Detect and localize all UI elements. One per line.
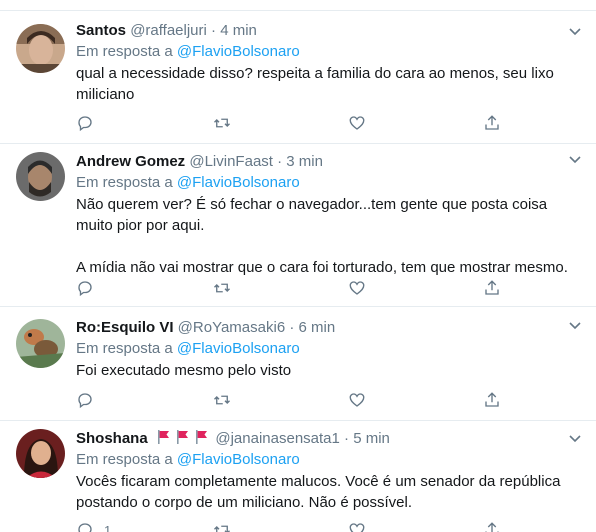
- avatar[interactable]: [16, 152, 65, 201]
- reply-mention-link[interactable]: @FlavioBolsonaro: [177, 43, 300, 60]
- reply-button[interactable]: [76, 276, 104, 300]
- tweet[interactable]: Ro:Esquilo VI @RoYamasaki6 · 6 min Em re…: [0, 307, 596, 421]
- tweet-paragraph: Não querem ver? É só fechar o navegador.…: [76, 196, 548, 234]
- reply-context: Em resposta a @FlavioBolsonaro: [76, 173, 584, 193]
- reply-button[interactable]: 1: [76, 518, 111, 532]
- reply-context: Em resposta a @FlavioBolsonaro: [76, 42, 584, 62]
- name-emoji-flags: [156, 429, 209, 451]
- tweet-text: Foi executado mesmo pelo visto: [76, 360, 584, 381]
- reply-mention-link[interactable]: @FlavioBolsonaro: [177, 174, 300, 191]
- avatar[interactable]: [16, 429, 65, 478]
- reply-mention-link[interactable]: @FlavioBolsonaro: [177, 340, 300, 357]
- share-button[interactable]: [483, 276, 501, 300]
- avatar[interactable]: [16, 319, 65, 368]
- handle[interactable]: @LivinFaast: [189, 153, 273, 170]
- share-icon: [485, 392, 499, 407]
- retweet-button[interactable]: [213, 111, 231, 135]
- reply-prefix: Em resposta a: [76, 340, 177, 357]
- like-button[interactable]: [348, 111, 366, 135]
- tweet[interactable]: Shoshana @janainasensata1 · 5 min Em res…: [0, 421, 596, 532]
- retweet-button[interactable]: [213, 276, 231, 300]
- heart-icon: [349, 523, 365, 532]
- tweet-text: Não querem ver? É só fechar o navegador.…: [76, 194, 584, 278]
- red-flag-icon: [157, 430, 169, 444]
- tweet-paragraph: Foi executado mesmo pelo visto: [76, 362, 292, 379]
- share-button[interactable]: [483, 111, 501, 135]
- red-flag-icon: [196, 430, 208, 444]
- retweet-icon: [214, 395, 230, 405]
- tweet-header: Ro:Esquilo VI @RoYamasaki6 · 6 min: [76, 318, 584, 338]
- tweet-text: Vocês ficaram completamente malucos. Voc…: [76, 471, 584, 513]
- separator-dot: ·: [289, 319, 295, 336]
- share-icon: [485, 522, 499, 532]
- timestamp[interactable]: 3 min: [286, 153, 323, 170]
- handle[interactable]: @raffaeljuri: [130, 22, 207, 39]
- like-button[interactable]: [348, 518, 366, 532]
- reply-icon: [78, 393, 92, 409]
- reply-icon: [78, 116, 92, 132]
- tweet-actions: [76, 388, 506, 412]
- share-icon: [485, 115, 499, 130]
- timestamp[interactable]: 4 min: [220, 22, 257, 39]
- tweet-actions: 1: [76, 518, 506, 532]
- reply-count: 1: [104, 522, 112, 532]
- heart-icon: [349, 281, 365, 295]
- separator-dot: ·: [344, 430, 350, 447]
- handle[interactable]: @RoYamasaki6: [178, 319, 286, 336]
- timestamp[interactable]: 5 min: [353, 430, 390, 447]
- reply-context: Em resposta a @FlavioBolsonaro: [76, 339, 584, 359]
- handle[interactable]: @janainasensata1: [215, 430, 339, 447]
- display-name[interactable]: Ro:Esquilo VI: [76, 319, 174, 336]
- separator-dot: ·: [211, 22, 217, 39]
- timestamp[interactable]: 6 min: [299, 319, 336, 336]
- like-button[interactable]: [348, 388, 366, 412]
- reply-prefix: Em resposta a: [76, 451, 177, 468]
- tweet-text: qual a necessidade disso? respeita a fam…: [76, 63, 584, 105]
- tweet-actions: [76, 276, 506, 300]
- reply-prefix: Em resposta a: [76, 43, 177, 60]
- tweet-paragraph: Vocês ficaram completamente malucos. Voc…: [76, 473, 561, 511]
- red-flag-icon: [177, 430, 189, 444]
- share-button[interactable]: [483, 518, 501, 532]
- heart-icon: [349, 116, 365, 130]
- tweet[interactable]: Santos @raffaeljuri · 4 min Em resposta …: [0, 11, 596, 144]
- retweet-icon: [214, 118, 230, 128]
- tweet-header: Andrew Gomez @LivinFaast · 3 min: [76, 152, 584, 172]
- reply-icon: [78, 281, 92, 297]
- retweet-icon: [214, 525, 230, 532]
- share-icon: [485, 280, 499, 295]
- retweet-button[interactable]: [213, 388, 231, 412]
- like-button[interactable]: [348, 276, 366, 300]
- reply-button[interactable]: [76, 111, 104, 135]
- display-name[interactable]: Andrew Gomez: [76, 153, 185, 170]
- heart-icon: [349, 393, 365, 407]
- display-name[interactable]: Shoshana: [76, 430, 148, 447]
- tweet-paragraph: qual a necessidade disso? respeita a fam…: [76, 65, 554, 103]
- share-button[interactable]: [483, 388, 501, 412]
- retweet-icon: [214, 283, 230, 293]
- retweet-button[interactable]: [213, 518, 231, 532]
- tweet-actions: [76, 111, 506, 135]
- reply-icon: [78, 523, 92, 532]
- reply-mention-link[interactable]: @FlavioBolsonaro: [177, 451, 300, 468]
- tweet-header: Santos @raffaeljuri · 4 min: [76, 21, 584, 41]
- reply-prefix: Em resposta a: [76, 174, 177, 191]
- display-name[interactable]: Santos: [76, 22, 126, 39]
- separator-dot: ·: [277, 153, 283, 170]
- tweet-header: Shoshana @janainasensata1 · 5 min: [76, 429, 584, 449]
- reply-context: Em resposta a @FlavioBolsonaro: [76, 450, 584, 470]
- avatar[interactable]: [16, 24, 65, 73]
- tweet[interactable]: Andrew Gomez @LivinFaast · 3 min Em resp…: [0, 144, 596, 307]
- tweet-paragraph: A mídia não vai mostrar que o cara foi t…: [76, 259, 568, 276]
- reply-button[interactable]: [76, 388, 104, 412]
